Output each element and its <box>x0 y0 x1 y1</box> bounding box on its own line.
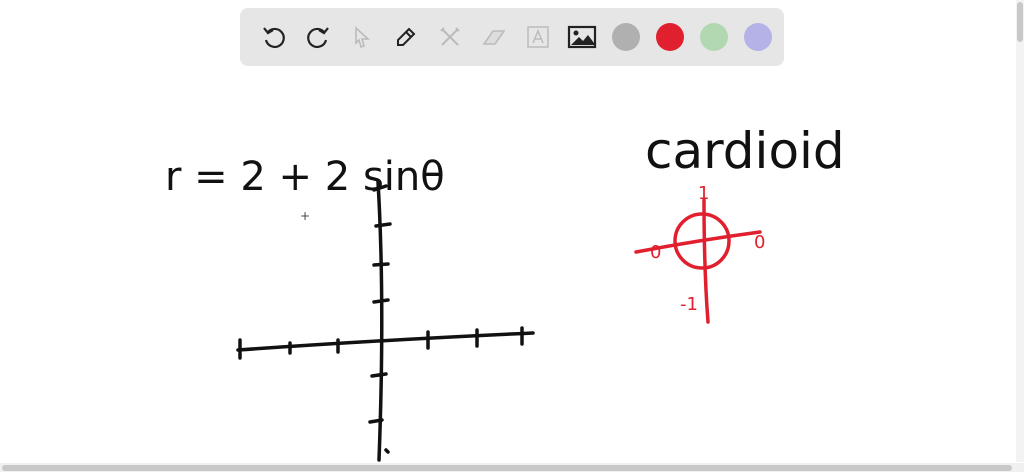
title-text: cardioid <box>645 122 845 180</box>
whiteboard-canvas[interactable]: r = 2 + 2 sinθ cardioid + 1 0 0 -1 <box>0 0 1024 472</box>
crosshair-cursor: + <box>300 209 310 223</box>
horizontal-scrollbar[interactable] <box>0 463 1024 472</box>
equation-text: r = 2 + 2 sinθ <box>165 154 445 200</box>
vertical-scroll-thumb[interactable] <box>1017 2 1023 42</box>
vertical-scrollbar[interactable] <box>1016 0 1024 462</box>
label-left: 0 <box>650 242 661 263</box>
label-right: 0 <box>754 232 765 253</box>
label-bottom: -1 <box>680 294 698 315</box>
label-top: 1 <box>698 183 709 204</box>
axes-sketch <box>236 180 535 462</box>
horizontal-scroll-thumb[interactable] <box>2 465 1012 471</box>
